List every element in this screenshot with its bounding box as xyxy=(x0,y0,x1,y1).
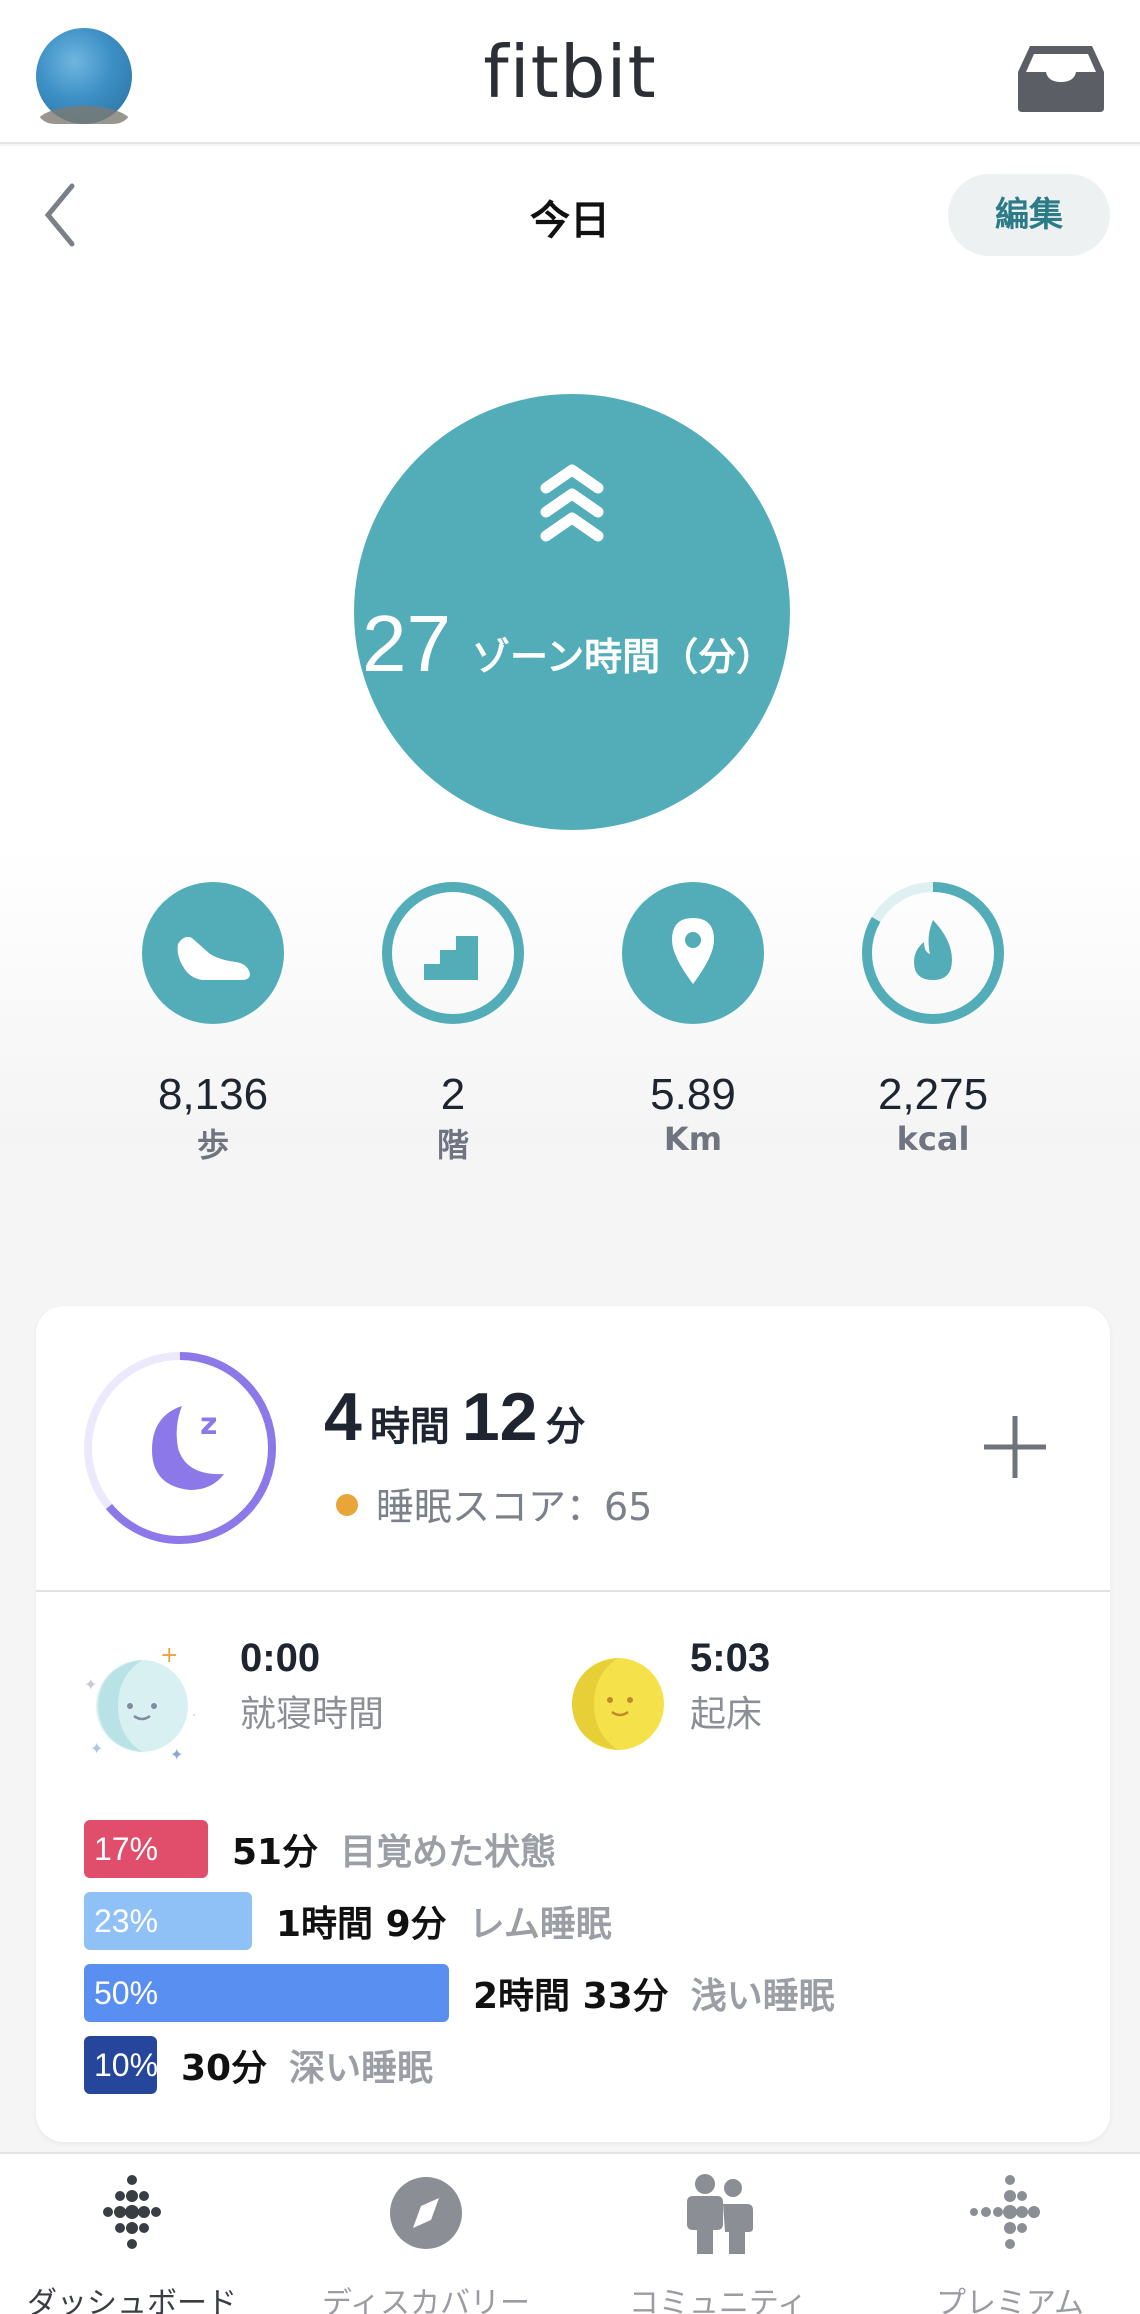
bedtime-label: 就寝時間 xyxy=(240,1694,385,1735)
top-bar: fitbit xyxy=(0,0,1140,144)
stage-bar-rem: 23% xyxy=(84,1892,252,1950)
location-pin-icon xyxy=(622,882,764,1024)
stage-duration: 51分 xyxy=(232,1832,319,1873)
bottom-nav: ダッシュボード ディスカバリー コミュニティ プレミアム xyxy=(0,2152,1140,2314)
zone-minutes-value: 27 xyxy=(362,599,451,688)
sleep-stage-row: 10% 30分 深い睡眠 xyxy=(84,2036,433,2094)
bedtime-moon-icon: + ✦ ✦ ✦ · xyxy=(84,1643,196,1764)
wake-sun-icon xyxy=(572,1658,664,1750)
stage-name: 浅い睡眠 xyxy=(690,1976,835,2017)
sleep-card[interactable]: z 4 時間 12 分 睡眠スコア：65 + ✦ ✦ ✦ · 0:00 就寝時間 5:… xyxy=(36,1306,1110,2142)
stage-duration: 1時間 9分 xyxy=(276,1904,447,1945)
calories-stat[interactable]: 2,275 kcal xyxy=(833,880,1033,1158)
stage-bar-awake: 17% xyxy=(84,1820,208,1878)
stat-value: 2,275 xyxy=(877,1070,989,1119)
svg-text:+: + xyxy=(160,1643,178,1668)
community-icon xyxy=(687,2174,753,2254)
nav-dashboard[interactable]: ダッシュボード xyxy=(0,2168,272,2314)
sleep-stage-row: 23% 1時間 9分 レム睡眠 xyxy=(84,1892,612,1950)
sleep-score-label: 睡眠スコア：65 xyxy=(376,1485,653,1529)
distance-stat[interactable]: 5.89 Km xyxy=(593,880,793,1158)
shoe-icon xyxy=(142,882,284,1024)
flame-icon xyxy=(862,882,1004,1024)
premium-dots-icon xyxy=(970,2175,1040,2249)
nav-label: プレミアム xyxy=(936,2286,1084,2314)
floors-stat[interactable]: 2 階 xyxy=(353,880,553,1166)
sleep-hours-unit: 時間 xyxy=(369,1404,450,1450)
wake-time-value: 5:03 xyxy=(690,1636,771,1680)
score-dot-icon xyxy=(336,1494,358,1516)
stage-bar-light: 50% xyxy=(84,1964,449,2022)
sleep-moon-icon: z xyxy=(84,1352,276,1544)
bedtime: 0:00 就寝時間 xyxy=(240,1636,384,1737)
sleep-minutes-unit: 分 xyxy=(545,1404,586,1450)
stat-unit: 歩 xyxy=(196,1126,229,1164)
wake-time-label: 起床 xyxy=(690,1694,763,1735)
stage-name: 目覚めた状態 xyxy=(340,1832,557,1873)
sleep-stage-row: 50% 2時間 33分 浅い睡眠 xyxy=(84,1964,835,2022)
stage-bar-deep: 10% xyxy=(84,2036,158,2094)
stage-duration: 2時間 33分 xyxy=(473,1976,669,2017)
nav-premium[interactable]: プレミアム xyxy=(870,2168,1140,2314)
nav-discover[interactable]: ディスカバリー xyxy=(286,2168,566,2314)
svg-text:✦: ✦ xyxy=(90,1739,103,1758)
nav-label: ダッシュボード xyxy=(27,2286,237,2314)
stat-value: 5.89 xyxy=(650,1070,736,1119)
add-sleep-button[interactable] xyxy=(982,1414,1048,1480)
stat-value: 2 xyxy=(440,1070,466,1119)
stat-unit: kcal xyxy=(896,1120,970,1158)
sleep-hours: 4 xyxy=(324,1379,362,1455)
edit-button[interactable]: 編集 xyxy=(948,174,1110,256)
zone-minutes-label: ゾーン時間（分） xyxy=(472,635,775,679)
svg-text:✦: ✦ xyxy=(170,1745,183,1764)
bedtime-time: 0:00 xyxy=(240,1636,321,1680)
stat-unit: Km xyxy=(663,1120,723,1158)
stage-name: レム睡眠 xyxy=(468,1904,612,1945)
nav-community[interactable]: コミュニティ xyxy=(578,2168,858,2314)
stage-duration: 30分 xyxy=(181,2048,268,2089)
active-zone-minutes[interactable]: 27 ゾーン時間（分） xyxy=(354,394,790,830)
sleep-score: 睡眠スコア：65 xyxy=(336,1476,652,1531)
sleep-minutes: 12 xyxy=(461,1379,538,1455)
svg-text:✦: ✦ xyxy=(84,1675,97,1694)
zone-chevrons-icon xyxy=(540,464,604,542)
svg-text:·: · xyxy=(192,1708,196,1724)
wake-time: 5:03 起床 xyxy=(690,1636,770,1737)
stat-value: 8,136 xyxy=(157,1070,269,1119)
stairs-icon xyxy=(382,882,524,1024)
nav-label: ディスカバリー xyxy=(322,2286,530,2314)
dashboard-dots-icon xyxy=(103,2175,161,2249)
card-divider xyxy=(36,1590,1110,1592)
svg-text:z: z xyxy=(200,1407,217,1442)
steps-stat[interactable]: 8,136 歩 xyxy=(113,880,313,1166)
sleep-duration: 4 時間 12 分 xyxy=(324,1378,597,1456)
compass-icon xyxy=(390,2177,462,2249)
app-logo: fitbit xyxy=(483,30,657,114)
stat-unit: 階 xyxy=(436,1126,469,1164)
stage-name: 深い睡眠 xyxy=(289,2048,434,2089)
nav-label: コミュニティ xyxy=(628,2286,808,2314)
inbox-icon[interactable] xyxy=(1016,42,1106,114)
sleep-stage-row: 17% 51分 目覚めた状態 xyxy=(84,1820,556,1878)
